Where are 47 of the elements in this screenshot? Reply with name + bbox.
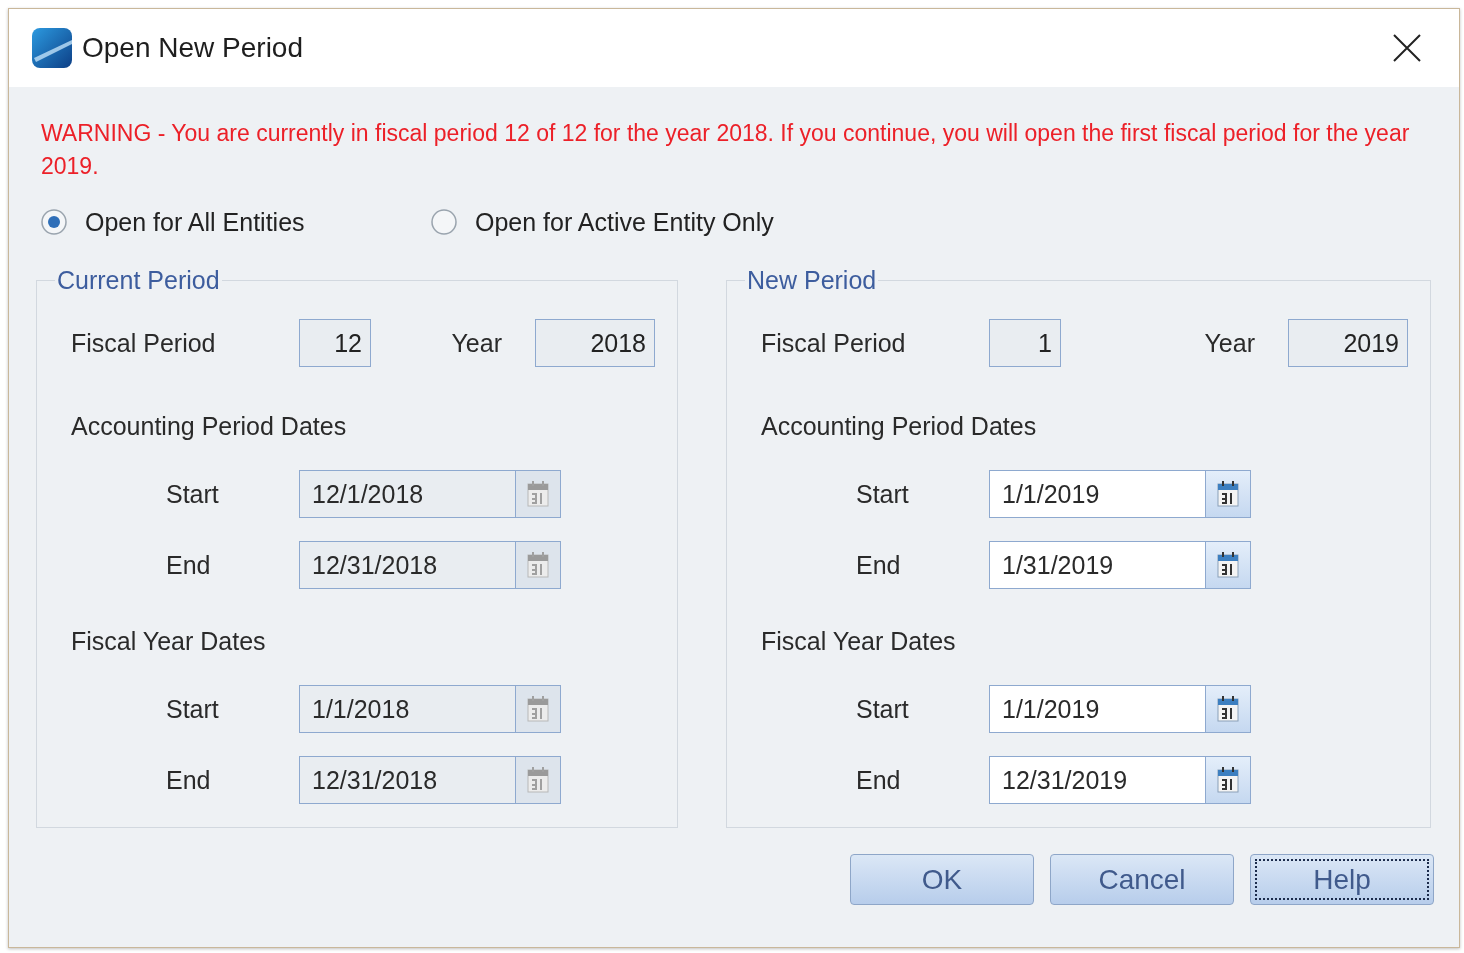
date-field[interactable]: 12/31/2019 — [989, 756, 1205, 804]
calendar-icon — [1217, 767, 1239, 793]
calendar-icon — [1217, 696, 1239, 722]
calendar-icon — [1217, 481, 1239, 507]
dialog-button[interactable]: Cancel — [1050, 854, 1234, 905]
date-field[interactable]: 1/31/2019 — [989, 541, 1205, 589]
calendar-button[interactable] — [1205, 470, 1251, 518]
calendar-button[interactable] — [1205, 756, 1251, 804]
field-label: Year — [1204, 328, 1255, 358]
field-label: End — [166, 550, 212, 580]
date-field[interactable]: 1/1/2019 — [989, 470, 1205, 518]
field-label: Start — [166, 694, 220, 724]
app-icon — [32, 28, 72, 68]
year-field[interactable]: 2018 — [535, 319, 655, 367]
fiscal-period-field[interactable]: 12 — [299, 319, 371, 367]
calendar-icon — [527, 552, 549, 578]
field-label: Start — [166, 479, 220, 509]
warning-message: WARNING - You are currently in fiscal period 12 of 12 for the year 2018. If you continue, you will open the first fiscal period for the year 2019. — [41, 119, 1411, 181]
calendar-icon — [1217, 552, 1239, 578]
radio-option[interactable]: Open for Active Entity Only — [431, 207, 774, 237]
dialog-button[interactable]: OK — [850, 854, 1034, 905]
group-title: Current Period — [56, 266, 221, 295]
year-field[interactable]: 2019 — [1288, 319, 1408, 367]
section-title: Accounting Period Dates — [71, 411, 348, 441]
group-title: New Period — [746, 266, 878, 295]
fiscal-period-field[interactable]: 1 — [989, 319, 1061, 367]
field-label: End — [856, 765, 902, 795]
radio-option[interactable]: Open for All Entities — [41, 207, 431, 237]
field-label: Fiscal Period — [71, 328, 217, 358]
close-icon — [1393, 34, 1421, 62]
date-field[interactable]: 1/1/2019 — [989, 685, 1205, 733]
calendar-button[interactable] — [1205, 685, 1251, 733]
section-title: Accounting Period Dates — [761, 411, 1038, 441]
calendar-icon — [527, 481, 549, 507]
field-label: End — [856, 550, 902, 580]
dialog-button[interactable]: Help — [1250, 854, 1434, 905]
window-title: Open New Period — [82, 32, 304, 64]
field-label: Year — [451, 328, 502, 358]
field-label: Start — [856, 479, 910, 509]
field-label: Start — [856, 694, 910, 724]
calendar-icon — [527, 696, 549, 722]
section-title: Fiscal Year Dates — [761, 626, 957, 656]
section-title: Fiscal Year Dates — [71, 626, 267, 656]
calendar-button[interactable] — [1205, 541, 1251, 589]
field-label: Fiscal Period — [761, 328, 907, 358]
calendar-icon — [527, 767, 549, 793]
field-label: End — [166, 765, 212, 795]
